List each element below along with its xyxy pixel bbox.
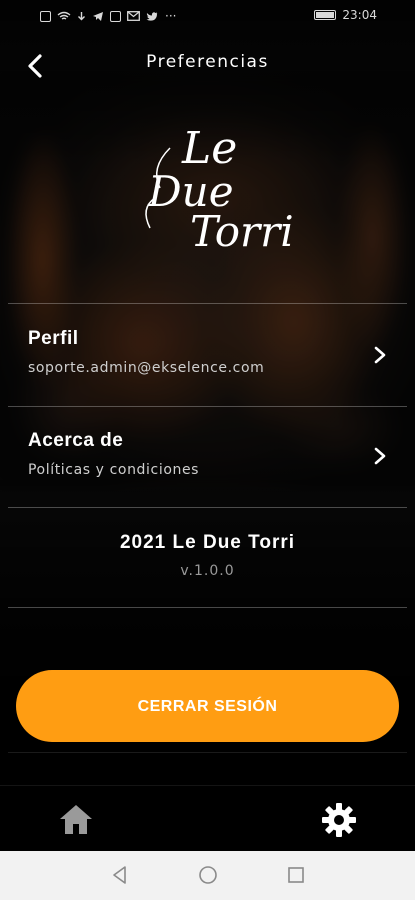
bottom-tab-bar [0,785,415,852]
sim-icon [40,10,51,22]
gear-icon[interactable] [321,802,357,838]
svg-text:Torri: Torri [190,207,294,256]
battery-icon [314,10,337,20]
home-icon[interactable] [58,802,94,836]
gallery-icon [110,10,121,22]
app-version: v.1.0.0 [180,563,235,579]
more-notifications: ··· [165,9,177,23]
system-navigation-bar [0,851,415,900]
profile-row[interactable]: Perfil soporte.admin@ekselence.com [0,304,415,406]
logout-label: CERRAR SESIÓN [137,698,278,715]
status-icons-right: 23:04 [314,8,377,22]
about-title: Acerca de [28,430,124,451]
chevron-right-icon [374,346,386,364]
nav-home-icon[interactable] [196,863,220,887]
status-bar: ··· 23:04 [0,0,415,32]
telegram-icon [93,11,103,21]
status-icons-left: ··· [40,9,176,23]
download-icon [78,11,85,20]
nav-recents-icon[interactable] [284,863,308,887]
restaurant-logo: Le Due Torri [145,123,294,256]
nav-back-icon[interactable] [108,863,132,887]
logout-button[interactable]: CERRAR SESIÓN [16,670,399,742]
twitter-icon [146,11,158,21]
divider [8,752,407,753]
app-copyright: 2021 Le Due Torri [119,532,296,553]
profile-title: Perfil [28,328,79,349]
divider [8,507,407,508]
clock: 23:04 [342,8,377,22]
page-title: Preferencias [146,52,269,72]
mail-icon [127,11,140,21]
about-row[interactable]: Acerca de Políticas y condiciones [0,407,415,507]
chevron-right-icon [374,447,386,465]
divider [8,607,407,608]
about-subtitle: Políticas y condiciones [28,462,200,478]
preferences-screen: ··· 23:04 Preferencias Le Due Torri Perf… [0,0,415,900]
profile-email: soporte.admin@ekselence.com [28,360,265,376]
wifi-icon [57,11,71,20]
